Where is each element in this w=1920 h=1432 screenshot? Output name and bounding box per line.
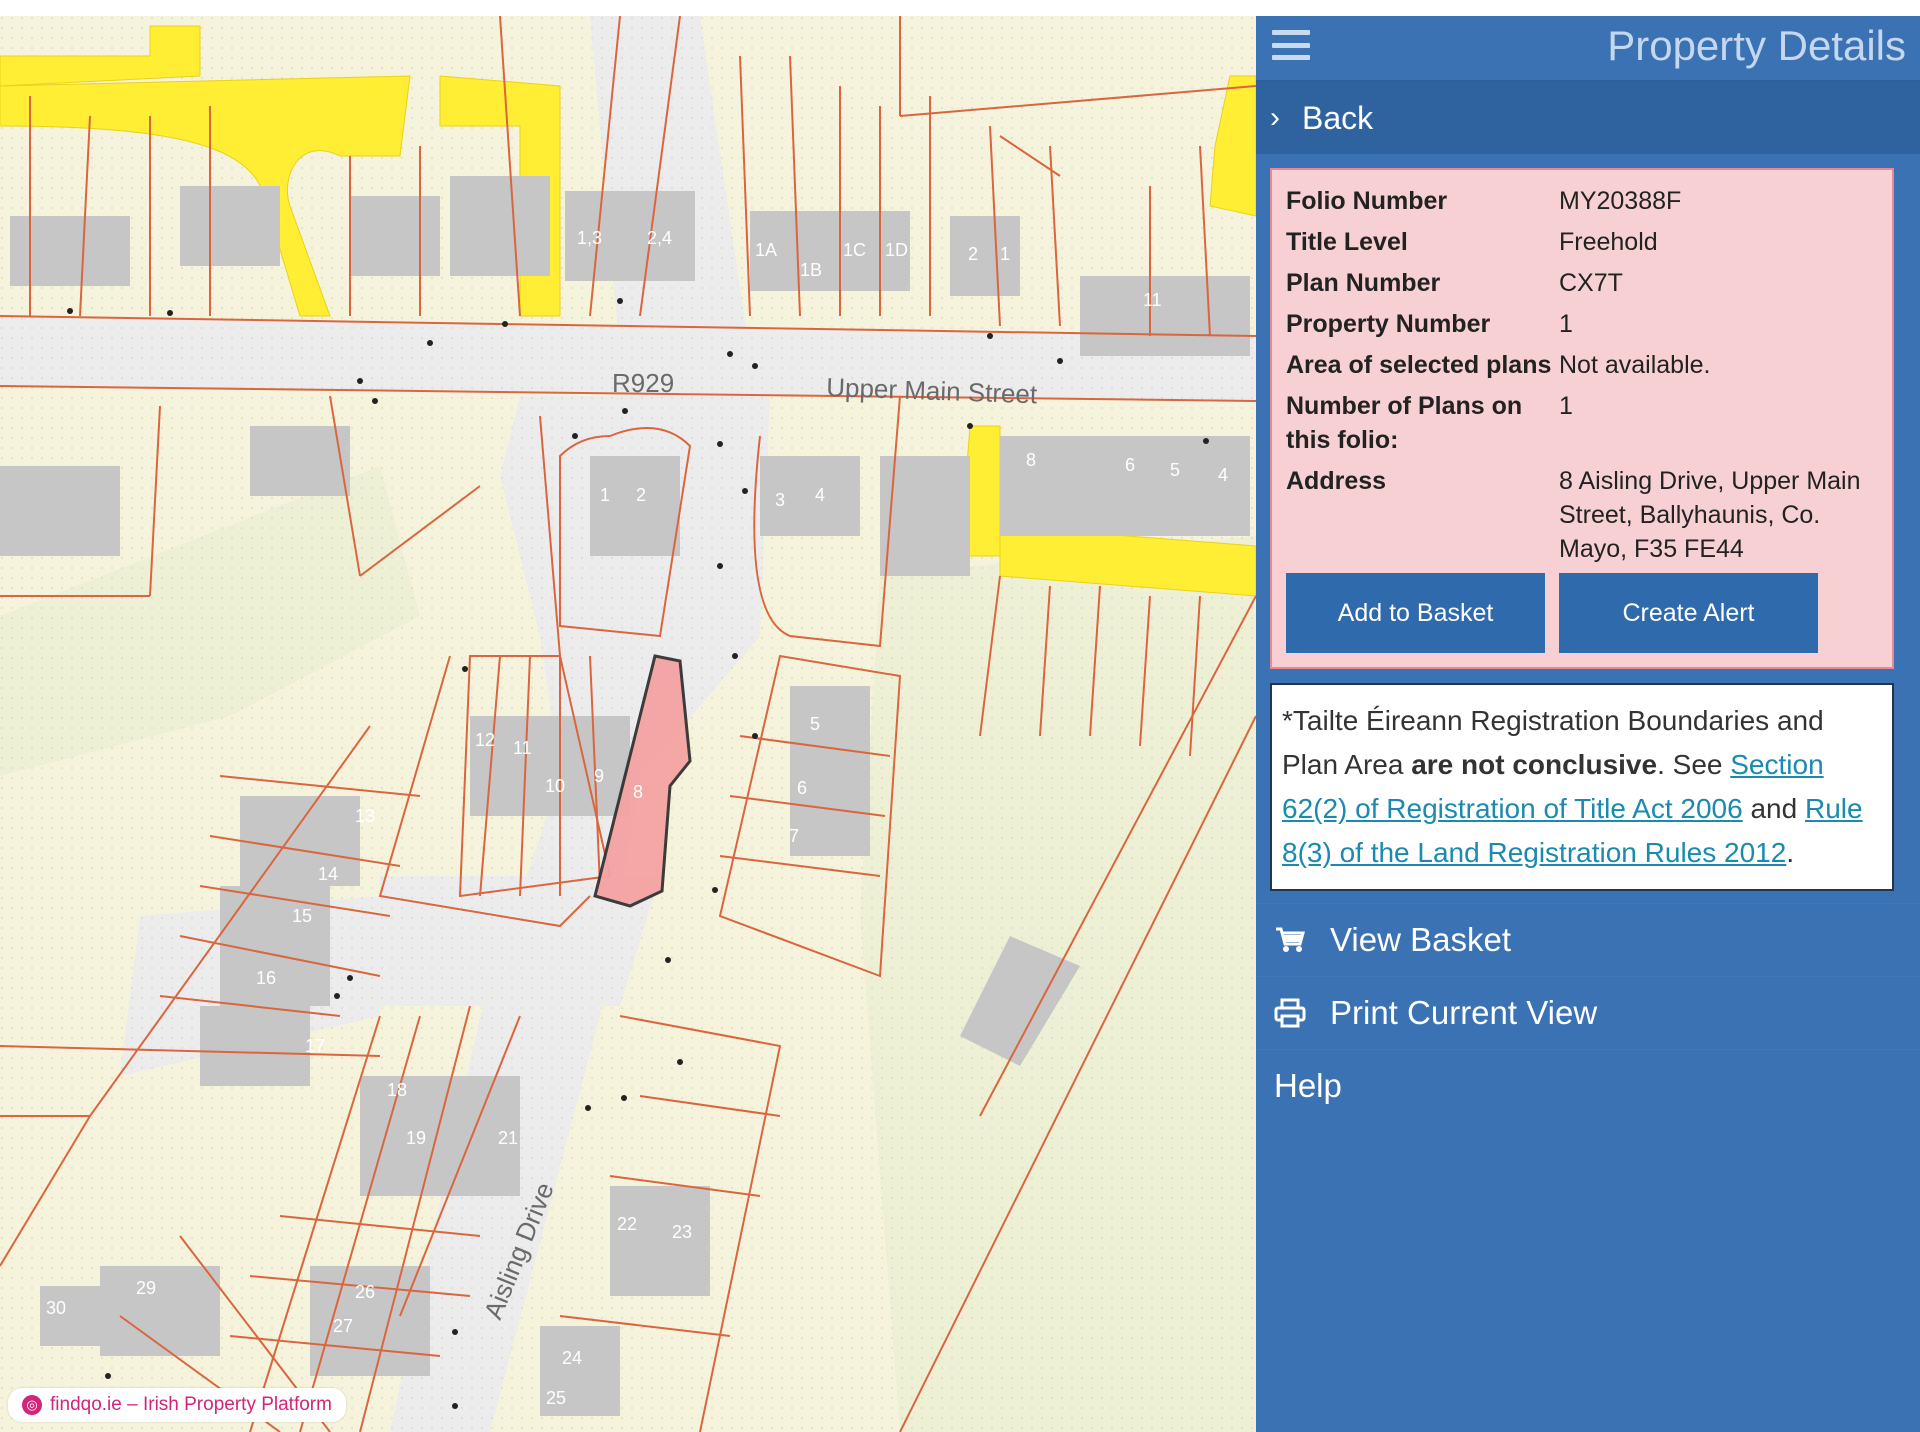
back-button[interactable]: › Back: [1256, 82, 1920, 154]
print-current-view-item[interactable]: Print Current View: [1256, 976, 1920, 1049]
create-alert-button[interactable]: Create Alert: [1559, 573, 1818, 653]
detail-value: MY20388F: [1559, 187, 1682, 215]
detail-label: Number of Plans on this folio:: [1286, 392, 1523, 454]
detail-value: Freehold: [1559, 228, 1658, 256]
lot-label: 6: [1125, 455, 1135, 475]
help-label: Help: [1274, 1067, 1342, 1104]
detail-row-address: Address 8 Aisling Drive, Upper Main Stre…: [1286, 464, 1878, 566]
lot-label: 1: [600, 485, 610, 505]
lot-label: 5: [1170, 460, 1180, 480]
detail-label: Address: [1286, 467, 1387, 495]
cart-icon: [1274, 926, 1310, 954]
lot-label: 2,4: [647, 228, 672, 248]
lot-label: 22: [617, 1214, 637, 1234]
lot-label: 25: [546, 1388, 566, 1408]
chevron-right-icon: ›: [1270, 101, 1280, 134]
lot-label: 5: [810, 714, 820, 734]
disclaimer-text: and: [1742, 793, 1805, 824]
detail-row-title-level: Title Level Freehold: [1286, 225, 1878, 259]
detail-value: Not available.: [1559, 351, 1711, 379]
lot-label: 27: [333, 1316, 353, 1336]
map-view[interactable]: 1,3 2,4 1A 1B 1C 1D 2 1 11 1 2 3 4 8 6 5…: [0, 16, 1256, 1432]
lot-label: 1A: [755, 240, 777, 260]
detail-label: Area of selected plans: [1286, 351, 1552, 379]
lot-label: 24: [562, 1348, 582, 1368]
lot-label: 1C: [843, 240, 866, 260]
lot-label: 13: [355, 806, 375, 826]
lot-label: 11: [1143, 290, 1162, 310]
lot-label: 1D: [885, 240, 908, 260]
lot-label: 4: [1218, 465, 1228, 485]
lot-label: 9: [594, 766, 604, 786]
lot-label: 17: [305, 1036, 325, 1056]
panel-title: Property Details: [1607, 22, 1906, 69]
lot-label: 4: [815, 485, 825, 505]
detail-label: Folio Number: [1286, 187, 1448, 215]
detail-value: 8 Aisling Drive, Upper Main Street, Ball…: [1559, 467, 1861, 563]
printer-icon: [1274, 998, 1310, 1028]
lot-label: 10: [545, 776, 565, 796]
disclaimer-text: .: [1786, 837, 1795, 868]
hamburger-menu-icon[interactable]: [1272, 30, 1310, 60]
lot-label: 19: [406, 1128, 426, 1148]
lot-label: 21: [498, 1128, 518, 1148]
findqo-watermark: ◎ findqo.ie – Irish Property Platform: [8, 1388, 346, 1422]
detail-row-property-number: Property Number 1: [1286, 307, 1878, 341]
property-details-box: Folio Number MY20388F Title Level Freeho…: [1270, 168, 1894, 669]
detail-row-folio-number: Folio Number MY20388F: [1286, 184, 1878, 218]
view-basket-item[interactable]: View Basket: [1256, 903, 1920, 976]
disclaimer-text: . See: [1657, 749, 1731, 780]
lot-label: 23: [672, 1222, 692, 1242]
globe-icon: ◎: [22, 1395, 42, 1415]
panel-header: Property Details: [1256, 16, 1920, 82]
disclaimer-bold: are not conclusive: [1411, 749, 1658, 780]
add-to-basket-button[interactable]: Add to Basket: [1286, 573, 1545, 653]
lot-label: 2: [636, 485, 646, 505]
lot-label: 8: [1026, 450, 1036, 470]
lot-label: 2: [968, 244, 978, 264]
lot-label: 14: [318, 864, 338, 884]
detail-row-plan-number: Plan Number CX7T: [1286, 266, 1878, 300]
detail-value: CX7T: [1559, 269, 1623, 297]
back-label: Back: [1302, 99, 1374, 136]
watermark-text: findqo.ie – Irish Property Platform: [50, 1394, 332, 1415]
lot-label: 30: [46, 1298, 66, 1318]
lot-label: 7: [789, 826, 799, 846]
lot-label: 16: [256, 968, 276, 988]
lot-label: 3: [775, 490, 785, 510]
print-current-view-label: Print Current View: [1330, 994, 1598, 1031]
help-item[interactable]: Help: [1256, 1049, 1920, 1122]
detail-value: 1: [1559, 392, 1573, 420]
lot-label: 8: [633, 782, 643, 802]
lot-label: 1,3: [577, 228, 602, 248]
view-basket-label: View Basket: [1330, 921, 1511, 958]
action-buttons: Add to Basket Create Alert: [1286, 573, 1878, 653]
lot-label: 26: [355, 1282, 375, 1302]
lot-label: 12: [475, 730, 495, 750]
detail-label: Property Number: [1286, 310, 1491, 338]
lot-label: 11: [513, 738, 532, 758]
lot-label: 29: [136, 1278, 156, 1298]
lot-label: 1B: [800, 260, 822, 280]
detail-label: Title Level: [1286, 228, 1408, 256]
property-details-panel: Property Details › Back Folio Number MY2…: [1256, 16, 1920, 1432]
detail-row-number-of-plans: Number of Plans on this folio: 1: [1286, 389, 1878, 457]
detail-value: 1: [1559, 310, 1573, 338]
road-label-r929: R929: [612, 368, 674, 398]
lot-label: 15: [292, 906, 312, 926]
lot-label: 6: [797, 778, 807, 798]
lot-label: 1: [1000, 244, 1010, 264]
detail-label: Plan Number: [1286, 269, 1441, 297]
disclaimer-box: *Tailte Éireann Registration Boundaries …: [1270, 683, 1894, 891]
detail-row-area: Area of selected plans Not available.: [1286, 348, 1878, 382]
lot-label: 18: [387, 1080, 407, 1100]
